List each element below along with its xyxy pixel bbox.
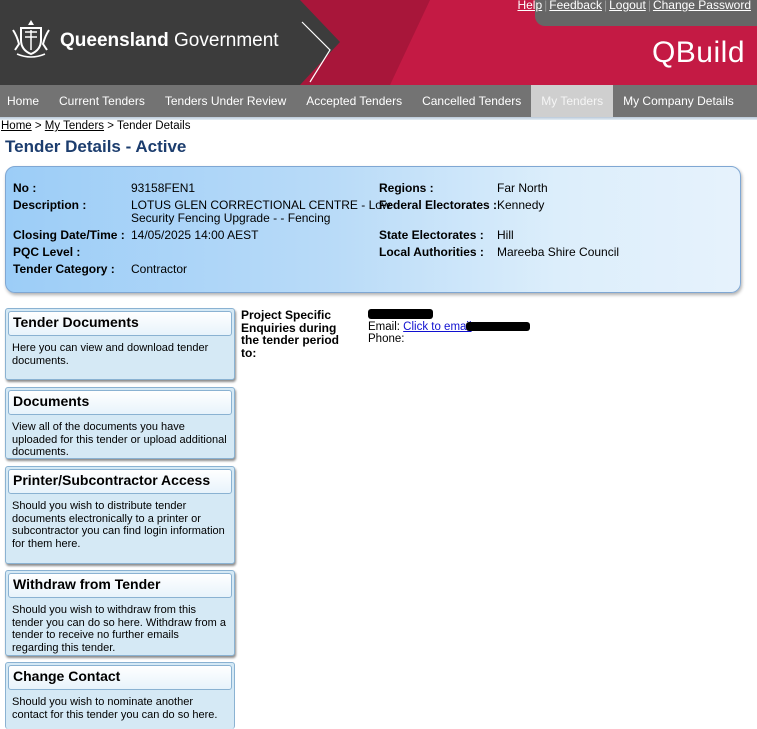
nav-my-tenders[interactable]: My Tenders [531,85,614,117]
local-authorities-label: Local Authorities : [379,245,484,259]
header-banner: Help | Feedback | Logout | Change Password Que… [0,0,757,85]
withdraw-from-tender-card[interactable]: Withdraw from Tender Should you wish to … [5,570,235,656]
breadcrumb: Home > My Tenders > Tender Details [1,120,191,132]
closing-label: Closing Date/Time : [13,228,125,242]
utility-links: Help | Feedback | Logout | Change Password [517,0,751,12]
printer-subcontractor-access-card[interactable]: Printer/Subcontractor Access Should you … [5,466,235,564]
card-title[interactable]: Withdraw from Tender [8,573,232,598]
tender-no-label: No : [13,181,37,195]
help-link[interactable]: Help [517,0,542,12]
nav-tenders-under-review[interactable]: Tenders Under Review [155,85,296,117]
card-description: Should you wish to distribute tender doc… [12,500,225,550]
redacted-contact-name [368,309,433,319]
regions-value: Far North [497,181,548,195]
contact-phone-line: Phone: [368,333,404,345]
main-nav: Home Current Tenders Tenders Under Revie… [0,85,757,118]
card-description: Should you wish to withdraw from this te… [12,604,226,654]
government-name: Queensland Government [60,30,279,51]
email-label: Email: [368,321,400,333]
federal-electorates-value: Kennedy [497,198,545,212]
federal-electorates-label: Federal Electorates : [379,198,498,212]
pqc-label: PQC Level : [13,245,81,259]
queensland-crest-icon[interactable] [9,16,53,60]
description-value-line1: LOTUS GLEN CORRECTIONAL CENTRE - Low [131,198,391,212]
change-password-link[interactable]: Change Password [653,0,751,12]
tender-details-panel: No : 93158FEN1 Description : LOTUS GLEN … [5,166,741,293]
description-value-line2: Security Fencing Upgrade - - Fencing [131,211,331,225]
closing-value: 14/05/2025 14:00 AEST [131,228,259,242]
description-label: Description : [13,198,87,212]
nav-cancelled-tenders[interactable]: Cancelled Tenders [412,85,531,117]
nav-my-company-details[interactable]: My Company Details [613,85,744,117]
breadcrumb-current: Tender Details [116,120,191,132]
local-authorities-value: Mareeba Shire Council [497,245,620,259]
card-title[interactable]: Tender Documents [8,311,232,336]
category-label: Tender Category : [13,262,115,276]
tender-no-value: 93158FEN1 [131,181,196,195]
card-title[interactable]: Documents [8,390,232,415]
nav-current-tenders[interactable]: Current Tenders [49,85,155,117]
category-value: Contractor [131,262,188,276]
nav-home[interactable]: Home [0,85,49,117]
enquiries-label: Project Specific Enquiries during the te… [241,308,340,360]
card-title[interactable]: Change Contact [8,665,232,690]
breadcrumb-home[interactable]: Home [1,120,32,132]
breadcrumb-my-tenders[interactable]: My Tenders [45,120,104,132]
logout-link[interactable]: Logout [609,0,646,12]
nav-accepted-tenders[interactable]: Accepted Tenders [296,85,412,117]
state-electorates-value: Hill [497,228,514,242]
card-title[interactable]: Printer/Subcontractor Access [8,469,232,494]
contact-email-line: Email: Click to email [368,321,472,333]
card-description: Should you wish to nominate another cont… [12,696,218,721]
email-link[interactable]: Click to email [403,321,471,333]
feedback-link[interactable]: Feedback [549,0,602,12]
regions-label: Regions : [379,181,434,195]
documents-card[interactable]: Documents View all of the documents you … [5,387,235,459]
tender-documents-card[interactable]: Tender Documents Here you can view and d… [5,308,235,380]
card-description: Here you can view and download tender do… [12,342,209,367]
change-contact-card[interactable]: Change Contact Should you wish to nomina… [5,662,235,729]
app-title: QBuild [651,36,745,69]
phone-label: Phone: [368,333,405,345]
state-electorates-label: State Electorates : [379,228,484,242]
page-title: Tender Details - Active [5,137,187,156]
redacted-email [466,322,530,331]
card-description: View all of the documents you have uploa… [12,421,227,458]
